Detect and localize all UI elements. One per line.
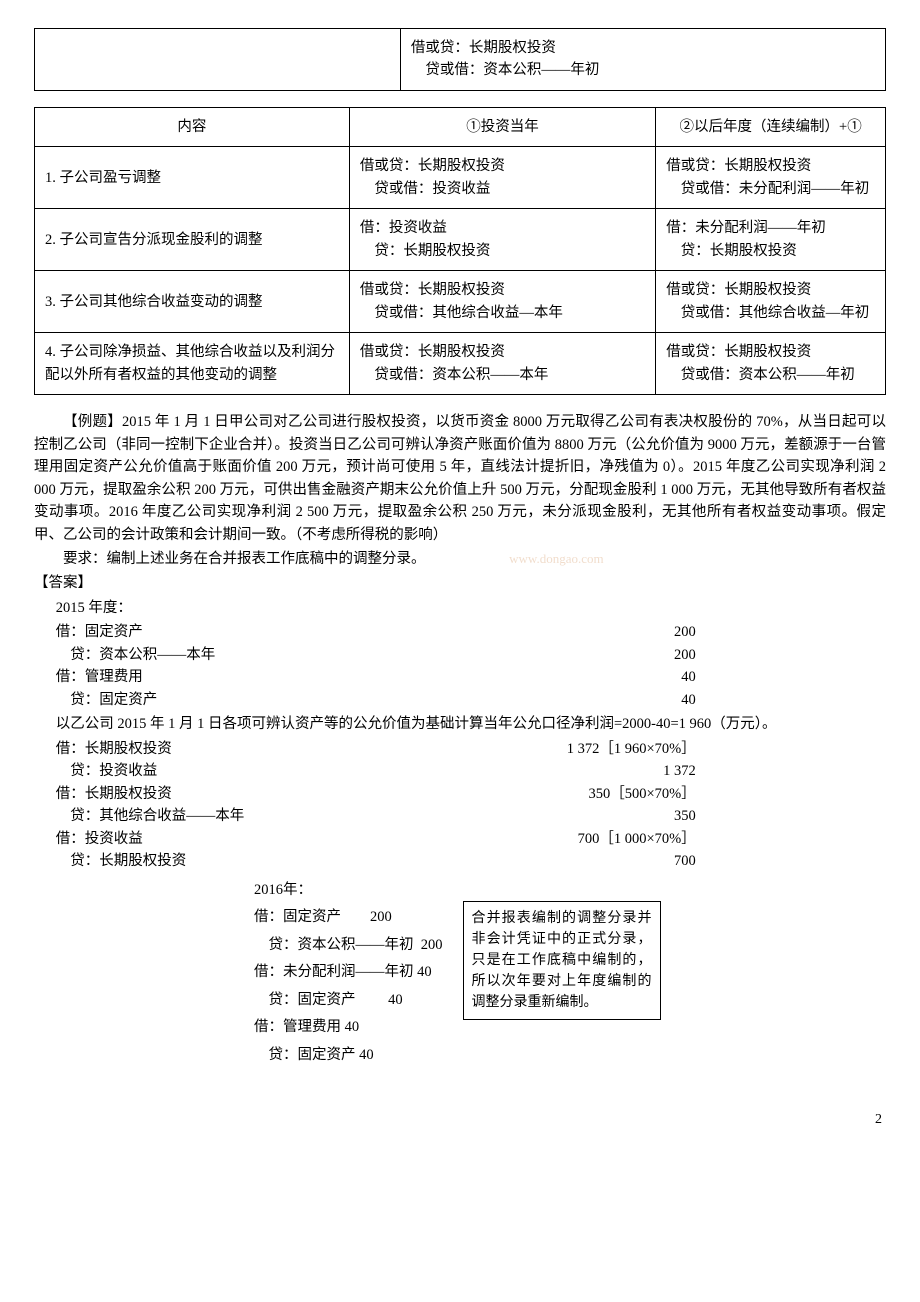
t1-line2: 贷或借：资本公积——年初 [411,59,875,81]
cell-line: 贷或借：资本公积——本年 [360,364,645,386]
row1-content: 1. 子公司盈亏调整 [35,147,350,209]
table-row: 3. 子公司其他综合收益变动的调整 借或贷：长期股权投资 贷或借：其他综合收益—… [35,271,886,333]
row2-content: 2. 子公司宣告分派现金股利的调整 [35,209,350,271]
cell-line: 贷或借：投资收益 [360,178,645,200]
journal-entry: 借：固定资产 200 [254,904,443,932]
account: 贷：投资收益 [56,760,158,782]
year-2016-block: 2016年： 借：固定资产 200 贷：资本公积——年初 200 借：未分配利润… [34,877,886,1070]
t1-line1: 借或贷：长期股权投资 [411,37,875,59]
answer-label: 【答案】 [34,572,886,594]
amount: 40 [143,666,696,688]
year-2016-label: 2016年： [254,877,443,905]
table-row: 4. 子公司除净损益、其他综合收益以及利润分配以外所有者权益的其他变动的调整 借… [35,333,886,395]
example-question: 【例题】2015 年 1 月 1 日甲公司对乙公司进行股权投资，以货币资金 80… [34,411,886,546]
amount: 40 [157,689,696,711]
account: 借：长期股权投资 [56,783,172,805]
account: 贷：资本公积——本年 [56,644,216,666]
row2-current: 借：投资收益 贷：长期股权投资 [349,209,655,271]
table-row: 1. 子公司盈亏调整 借或贷：长期股权投资 贷或借：投资收益 借或贷：长期股权投… [35,147,886,209]
row4-subsequent: 借或贷：长期股权投资 贷或借：资本公积——年初 [656,333,886,395]
amount: 1 372 [157,760,696,782]
adjustment-entries-table: 内容 ①投资当年 ②以后年度（连续编制）+① 1. 子公司盈亏调整 借或贷：长期… [34,107,886,395]
cell-line: 借或贷：长期股权投资 [360,279,645,301]
row3-content: 3. 子公司其他综合收益变动的调整 [35,271,350,333]
year-2016-entries: 2016年： 借：固定资产 200 贷：资本公积——年初 200 借：未分配利润… [254,877,443,1070]
calc-line: 以乙公司 2015 年 1 月 1 日各项可辨认资产等的公允价值为基础计算当年公… [34,713,886,735]
page-number: 2 [34,1109,886,1131]
amount: 700 [186,850,696,872]
t2-h2: ①投资当年 [349,107,655,146]
row4-current: 借或贷：长期股权投资 贷或借：资本公积——本年 [349,333,655,395]
row1-current: 借或贷：长期股权投资 贷或借：投资收益 [349,147,655,209]
amount: 350［500×70%］ [172,783,696,805]
journal-entry: 贷：固定资产 40 [254,1042,443,1070]
cell-line: 借或贷：长期股权投资 [360,155,645,177]
cell-line: 借或贷：长期股权投资 [666,279,875,301]
callout-note: 合并报表编制的调整分录并非会计凭证中的正式分录，只是在工作底稿中编制的，所以次年… [463,901,661,1020]
amount: 200 [143,621,696,643]
journal-entry: 贷：其他综合收益——本年350 [56,805,696,827]
account: 借：固定资产 [56,621,143,643]
cell-line: 借或贷：长期股权投资 [360,341,645,363]
row4-content: 4. 子公司除净损益、其他综合收益以及利润分配以外所有者权益的其他变动的调整 [35,333,350,395]
journal-entry: 借：固定资产200 [56,621,696,643]
row2-subsequent: 借：未分配利润——年初 贷：长期股权投资 [656,209,886,271]
cell-line: 贷：长期股权投资 [360,240,645,262]
cell-line: 贷或借：未分配利润——年初 [666,178,875,200]
amount: 700［1 000×70%］ [143,828,696,850]
journal-entry: 借：投资收益700［1 000×70%］ [56,828,696,850]
journal-entry: 借：长期股权投资1 372［1 960×70%］ [56,738,696,760]
cell-line: 借：投资收益 [360,217,645,239]
cell-line: 贷或借：资本公积——年初 [666,364,875,386]
journal-entry: 贷：资本公积——本年200 [56,644,696,666]
journal-entry: 借：长期股权投资350［500×70%］ [56,783,696,805]
journal-entry: 贷：投资收益1 372 [56,760,696,782]
cell-line: 贷：长期股权投资 [666,240,875,262]
table-top-fragment: 借或贷：长期股权投资 贷或借：资本公积——年初 [34,28,886,91]
journal-entry: 贷：固定资产 40 [254,987,443,1015]
row1-subsequent: 借或贷：长期股权投资 贷或借：未分配利润——年初 [656,147,886,209]
t2-header-row: 内容 ①投资当年 ②以后年度（连续编制）+① [35,107,886,146]
journal-entry: 贷：资本公积——年初 200 [254,932,443,960]
watermark-text: www.dongao.com [509,551,603,566]
journal-entry: 借：管理费用40 [56,666,696,688]
amount: 350 [244,805,696,827]
t2-h1: 内容 [35,107,350,146]
row3-subsequent: 借或贷：长期股权投资 贷或借：其他综合收益—年初 [656,271,886,333]
cell-line: 贷或借：其他综合收益—年初 [666,302,875,324]
cell-line: 借或贷：长期股权投资 [666,155,875,177]
table-row: 2. 子公司宣告分派现金股利的调整 借：投资收益 贷：长期股权投资 借：未分配利… [35,209,886,271]
row3-current: 借或贷：长期股权投资 贷或借：其他综合收益—本年 [349,271,655,333]
journal-entry: 借：管理费用 40 [254,1014,443,1042]
cell-line: 借：未分配利润——年初 [666,217,875,239]
account: 贷：其他综合收益——本年 [56,805,245,827]
example-requirement: 要求：编制上述业务在合并报表工作底稿中的调整分录。 www.dongao.com [34,548,886,570]
account: 借：长期股权投资 [56,738,172,760]
requirement-text: 要求：编制上述业务在合并报表工作底稿中的调整分录。 [63,551,426,567]
account: 借：投资收益 [56,828,143,850]
account: 贷：长期股权投资 [56,850,187,872]
t2-h3: ②以后年度（连续编制）+① [656,107,886,146]
amount: 200 [215,644,696,666]
journal-entry: 借：未分配利润——年初 40 [254,959,443,987]
t1-left-empty [35,29,401,91]
account: 借：管理费用 [56,666,143,688]
year-2015-label: 2015 年度： [34,597,886,619]
account: 贷：固定资产 [56,689,158,711]
t1-right: 借或贷：长期股权投资 贷或借：资本公积——年初 [400,29,885,91]
journal-entry: 贷：长期股权投资700 [56,850,696,872]
journal-entry: 贷：固定资产40 [56,689,696,711]
amount: 1 372［1 960×70%］ [172,738,696,760]
cell-line: 贷或借：其他综合收益—本年 [360,302,645,324]
cell-line: 借或贷：长期股权投资 [666,341,875,363]
